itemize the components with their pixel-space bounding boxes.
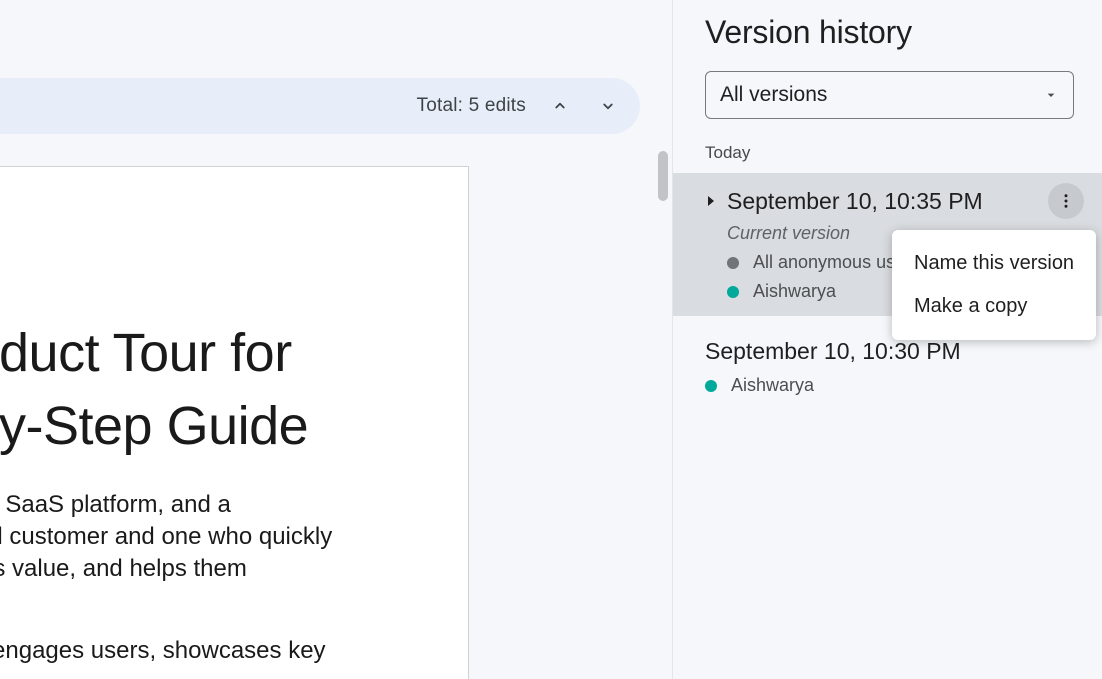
version-timestamp: September 10, 10:35 PM	[727, 188, 1038, 215]
contributor-name: Aishwarya	[731, 375, 814, 396]
document-area: Total: 5 edits roduct Tour for -by-Step …	[0, 0, 672, 679]
chevron-down-icon	[599, 97, 617, 115]
menu-make-copy[interactable]: Make a copy	[892, 285, 1096, 328]
caret-down-icon	[1043, 87, 1059, 103]
contributor-dot	[727, 286, 739, 298]
menu-name-version[interactable]: Name this version	[892, 242, 1096, 285]
scrollbar-thumb[interactable]	[658, 151, 668, 201]
expand-toggle[interactable]	[705, 194, 717, 208]
doc-paragraph-line: sfied customer and one who quickly	[0, 521, 468, 553]
doc-paragraph-line: your SaaS platform, and a	[0, 489, 468, 521]
contributor-dot	[727, 257, 739, 269]
more-vert-icon	[1057, 192, 1075, 210]
edits-summary-bar: Total: 5 edits	[0, 78, 640, 134]
chevron-up-icon	[551, 97, 569, 115]
doc-title-line: -by-Step Guide	[0, 390, 468, 463]
contributor-row: Aishwarya	[705, 375, 1084, 396]
contributor-dot	[705, 380, 717, 392]
version-filter-dropdown[interactable]: All versions	[705, 71, 1074, 119]
edits-count-label: Total: 5 edits	[417, 95, 526, 117]
doc-paragraph-line: hat engages users, showcases key	[0, 635, 468, 667]
version-section-today: Today	[673, 137, 1102, 173]
version-filter-label: All versions	[720, 83, 827, 107]
contributor-name: Aishwarya	[753, 281, 836, 302]
prev-edit-button[interactable]	[546, 92, 574, 120]
doc-paragraph-line: rates value, and helps them	[0, 553, 468, 585]
version-more-button[interactable]	[1048, 183, 1084, 219]
next-edit-button[interactable]	[594, 92, 622, 120]
doc-title-line: roduct Tour for	[0, 317, 468, 390]
version-context-menu: Name this version Make a copy	[892, 230, 1096, 340]
sidebar-title: Version history	[673, 12, 1102, 71]
version-timestamp: September 10, 10:30 PM	[705, 338, 1084, 365]
caret-right-icon	[706, 194, 716, 208]
document-page: roduct Tour for -by-Step Guide your SaaS…	[0, 166, 469, 679]
